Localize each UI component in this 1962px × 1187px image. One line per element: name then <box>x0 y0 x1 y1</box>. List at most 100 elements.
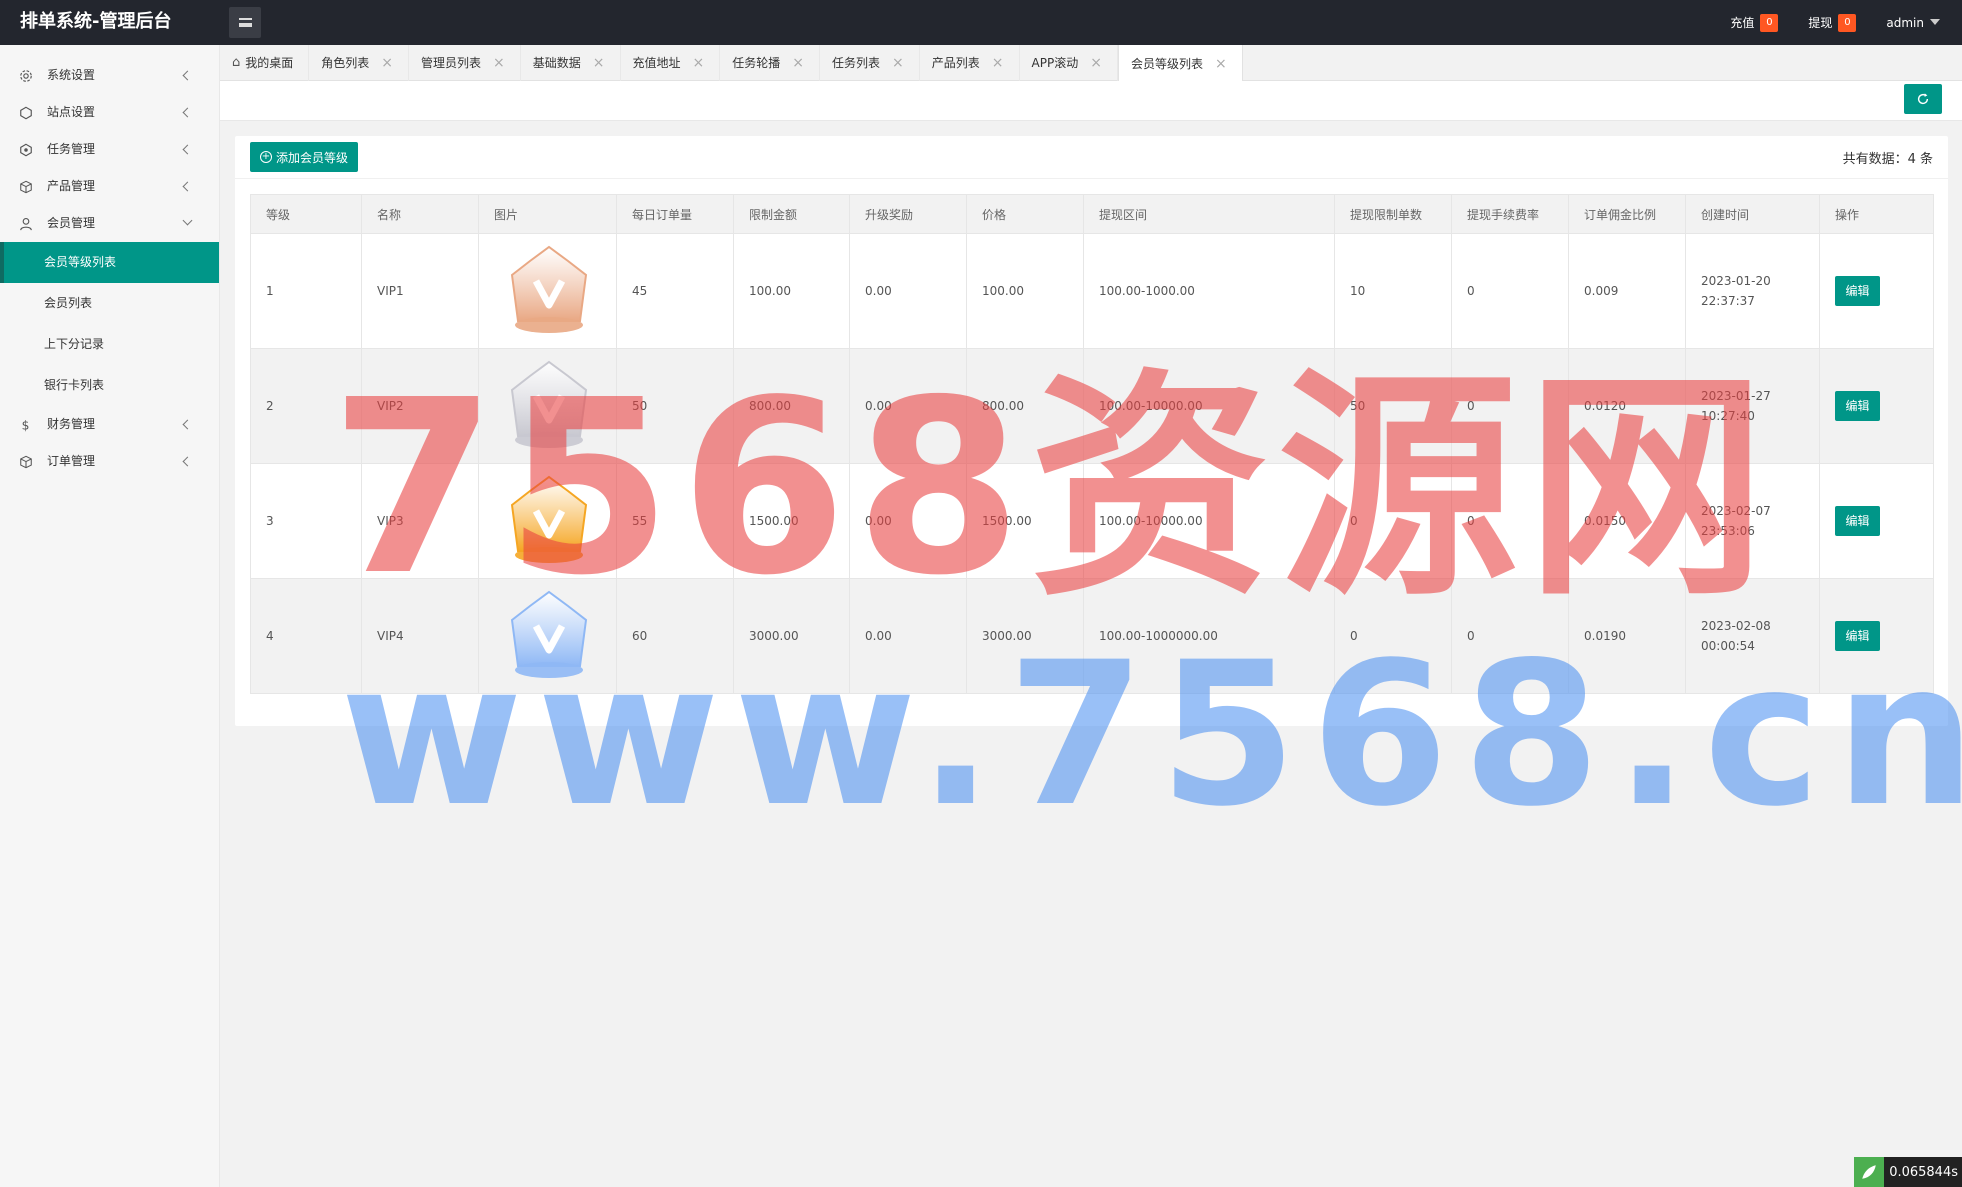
cell-created: 2023-01-27 10:27:40 <box>1685 348 1820 464</box>
member-level-table: 等级 名称 图片 每日订单量 限制金额 升级奖励 价格 提现区间 提现限制单数 … <box>250 194 1934 694</box>
sidebar-item-order-management[interactable]: 订单管理 <box>0 443 219 480</box>
sidebar-item-system-settings[interactable]: 系统设置 <box>0 57 219 94</box>
sidebar-item-finance-management[interactable]: $ 财务管理 <box>0 406 219 443</box>
task-icon <box>20 143 32 157</box>
tab-home[interactable]: ⌂ 我的桌面 <box>220 45 310 81</box>
crown-image-cell <box>478 348 617 464</box>
recharge-count-badge: 0 <box>1760 13 1779 32</box>
cell-reward: 0.00 <box>849 233 967 349</box>
tab-admins[interactable]: 管理员列表 × <box>409 45 521 81</box>
recharge-link[interactable]: 充值 0 <box>1730 13 1779 32</box>
close-icon[interactable]: × <box>1215 46 1227 82</box>
close-icon[interactable]: × <box>693 45 705 81</box>
refresh-button[interactable] <box>1904 84 1942 114</box>
menu-toggle-button[interactable] <box>229 7 261 38</box>
chevron-left-icon <box>182 456 193 467</box>
tab-label: 角色列表 <box>321 56 370 70</box>
close-icon[interactable]: × <box>792 45 804 81</box>
home-icon: ⌂ <box>232 55 241 70</box>
column-header: 等级 <box>250 194 362 234</box>
sidebar-subitem-member-list[interactable]: 会员列表 <box>0 283 219 324</box>
tab-recharge-address[interactable]: 充值地址 × <box>621 45 721 81</box>
sidebar-subitem-member-levels[interactable]: 会员等级列表 <box>0 242 219 283</box>
tab-roles[interactable]: 角色列表 × <box>309 45 410 81</box>
sidebar-item-task-management[interactable]: 任务管理 <box>0 131 219 168</box>
action-cell: 编辑 <box>1819 233 1934 349</box>
table-row: 1 VIP1 45 100.00 0.00 100.00 100.00-1000.00 10 0… <box>250 233 1934 349</box>
close-icon[interactable]: × <box>493 45 505 81</box>
withdraw-label: 提现 <box>1808 16 1833 30</box>
cell-range: 100.00-1000000.00 <box>1083 578 1335 694</box>
tab-app-scroll[interactable]: APP滚动 × <box>1020 45 1118 81</box>
column-header: 提现手续费率 <box>1451 194 1569 234</box>
edit-button[interactable]: 编辑 <box>1835 506 1880 536</box>
caret-down-icon <box>1930 18 1940 25</box>
cell-price: 1500.00 <box>966 463 1084 579</box>
table-row: 4 VIP4 60 3000.00 0.00 3000.00 100.00-1000000.… <box>250 578 1934 694</box>
cell-fee: 0 <box>1451 463 1569 579</box>
cell-level: 1 <box>250 233 362 349</box>
leaf-logo-icon <box>1854 1157 1885 1187</box>
sidebar-item-product-management[interactable]: 产品管理 <box>0 168 219 205</box>
box-icon <box>20 180 32 194</box>
tab-member-levels[interactable]: 会员等级列表 × <box>1117 45 1243 82</box>
close-icon[interactable]: × <box>992 45 1004 81</box>
divider <box>235 178 1948 179</box>
username: admin <box>1886 15 1924 30</box>
cell-range: 100.00-10000.00 <box>1083 463 1335 579</box>
crown-image <box>510 245 588 333</box>
hamburger-icon <box>238 18 252 27</box>
sidebar-item-label: 订单管理 <box>47 454 96 468</box>
edit-button[interactable]: 编辑 <box>1835 391 1880 421</box>
column-header: 图片 <box>478 194 617 234</box>
crown-image-cell <box>478 578 617 694</box>
action-cell: 编辑 <box>1819 348 1934 464</box>
close-icon[interactable]: × <box>593 45 605 81</box>
chevron-left-icon <box>182 419 193 430</box>
cell-limit: 100.00 <box>733 233 850 349</box>
close-icon[interactable]: × <box>381 45 393 81</box>
sidebar-subitem-balance-records[interactable]: 上下分记录 <box>0 324 219 365</box>
close-icon[interactable]: × <box>1090 45 1102 81</box>
plus-circle-icon: + <box>260 151 272 163</box>
edit-button[interactable]: 编辑 <box>1835 621 1880 651</box>
cell-limit: 800.00 <box>733 348 850 464</box>
cell-price: 800.00 <box>966 348 1084 464</box>
sidebar-item-label: 会员管理 <box>47 216 96 230</box>
sidebar-item-member-management[interactable]: 会员管理 <box>0 205 219 242</box>
user-menu[interactable]: admin <box>1886 16 1940 30</box>
chevron-left-icon <box>182 144 193 155</box>
tab-label: 会员等级列表 <box>1130 56 1203 71</box>
withdraw-link[interactable]: 提现 0 <box>1808 13 1857 32</box>
tab-task-list[interactable]: 任务列表 × <box>820 45 920 81</box>
cell-level: 3 <box>250 463 362 579</box>
column-header: 订单佣金比例 <box>1568 194 1686 234</box>
cell-price: 100.00 <box>966 233 1084 349</box>
cell-range: 100.00-10000.00 <box>1083 348 1335 464</box>
top-navbar: 排单系统-管理后台 充值 0 提现 0 admin <box>0 0 1962 45</box>
recharge-label: 充值 <box>1730 16 1755 30</box>
cell-name: VIP3 <box>361 463 479 579</box>
edit-button[interactable]: 编辑 <box>1835 276 1880 306</box>
box-icon <box>20 455 32 469</box>
column-header: 创建时间 <box>1685 194 1820 234</box>
timer-value: 0.065844s <box>1889 1164 1958 1180</box>
tab-task-carousel[interactable]: 任务轮播 × <box>720 45 821 81</box>
cell-daily: 45 <box>616 233 734 349</box>
cell-reward: 0.00 <box>849 578 967 694</box>
cell-commission: 0.009 <box>1568 233 1686 349</box>
sidebar-subitem-bank-cards[interactable]: 银行卡列表 <box>0 365 219 406</box>
sidebar-item-site-settings[interactable]: 站点设置 <box>0 94 219 131</box>
refresh-icon <box>1917 93 1929 105</box>
app-title: 排单系统-管理后台 <box>20 11 172 32</box>
gear-icon <box>20 70 32 82</box>
cell-wd_count: 0 <box>1334 578 1452 694</box>
cell-range: 100.00-1000.00 <box>1083 233 1335 349</box>
tab-basic-data[interactable]: 基础数据 × <box>521 45 621 81</box>
cell-created: 2023-01-20 22:37:37 <box>1685 233 1820 349</box>
tab-product-list[interactable]: 产品列表 × <box>920 45 1020 81</box>
add-member-level-button[interactable]: + 添加会员等级 <box>250 142 359 172</box>
crown-image <box>510 590 588 678</box>
close-icon[interactable]: × <box>892 45 904 81</box>
tab-bar: ⌂ 我的桌面 角色列表 × 管理员列表 × 基础数据 × 充值地址 × 任务轮播 × 任务列… <box>220 45 1962 82</box>
